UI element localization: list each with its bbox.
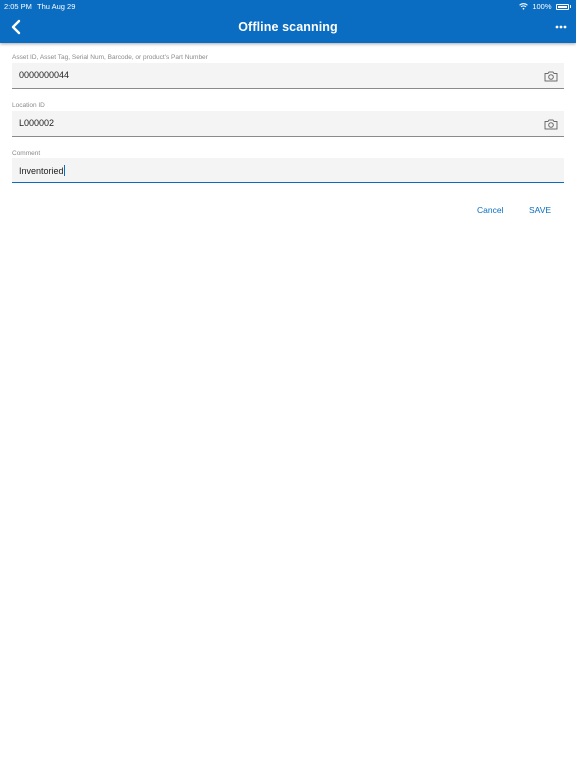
asset-input[interactable]: 0000000044	[12, 63, 564, 89]
battery-percent: 100%	[532, 2, 552, 11]
app-header: 2:05 PM Thu Aug 29 100% Offline scanning	[0, 0, 576, 43]
comment-input-value: Inventoried	[19, 166, 64, 176]
location-input-value: L000002	[19, 118, 55, 128]
text-caret	[64, 165, 66, 176]
location-field-label: Location ID	[12, 102, 45, 109]
ellipsis-icon[interactable]	[555, 23, 567, 31]
page-title: Offline scanning	[238, 20, 338, 34]
asset-input-value: 0000000044	[19, 70, 70, 80]
comment-field-label: Comment	[12, 150, 41, 157]
cancel-button[interactable]: Cancel	[477, 205, 503, 215]
comment-input-text: Inventoried	[19, 165, 66, 176]
status-bar: 2:05 PM Thu Aug 29 100%	[0, 0, 576, 12]
location-input[interactable]: L000002	[12, 111, 564, 137]
comment-input[interactable]: Inventoried	[12, 158, 564, 183]
battery-tip	[569, 5, 571, 8]
status-indicators: 100%	[519, 2, 571, 11]
wifi-icon	[519, 3, 529, 10]
status-time: 2:05 PM	[4, 2, 32, 11]
asset-field-label: Asset ID, Asset Tag, Serial Num, Barcode…	[12, 54, 208, 61]
camera-icon[interactable]	[544, 118, 558, 130]
status-date: Thu Aug 29	[37, 2, 76, 11]
save-button[interactable]: SAVE	[529, 205, 551, 215]
camera-icon[interactable]	[544, 70, 558, 82]
battery-icon	[555, 3, 569, 10]
